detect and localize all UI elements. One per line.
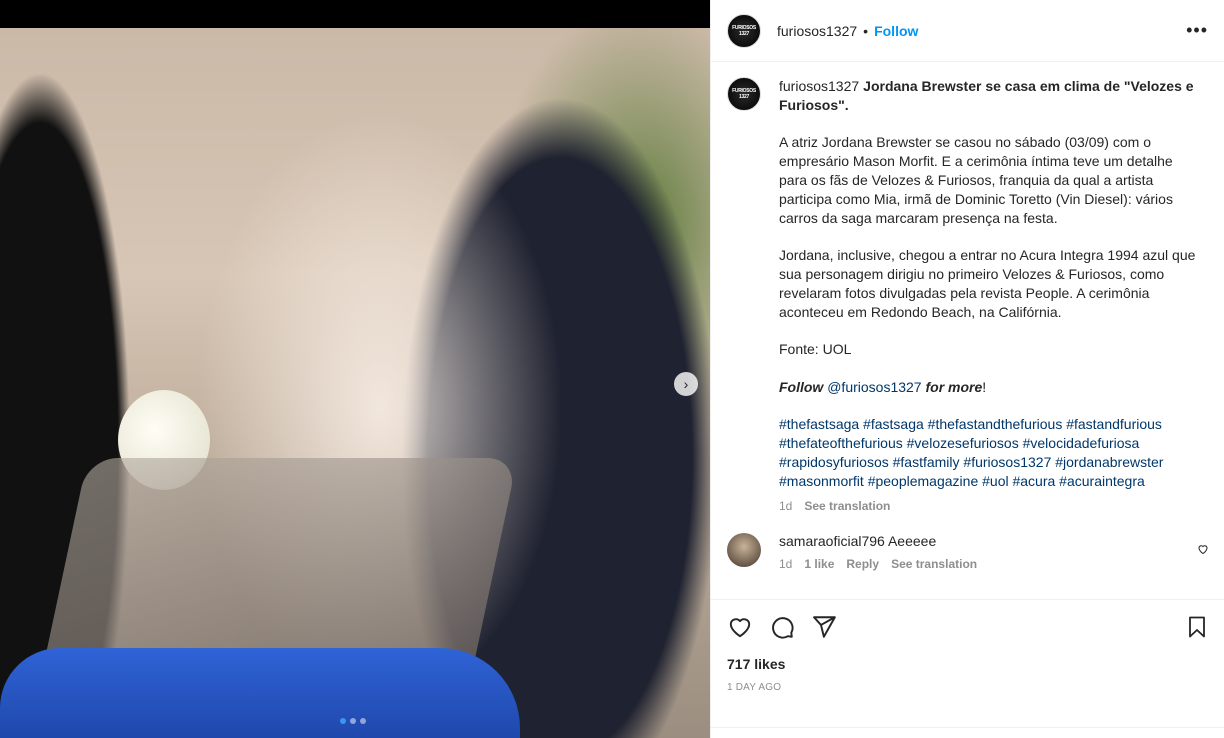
- comment-like-heart-icon[interactable]: [1197, 543, 1209, 558]
- comment-body: samaraoficial796 Aeeeee 1d 1 like Reply …: [779, 533, 977, 571]
- follow-suffix: for more: [925, 378, 983, 395]
- carousel-dots: [340, 718, 366, 724]
- see-translation-link[interactable]: See translation: [804, 497, 890, 516]
- bookmark-save-icon[interactable]: [1185, 615, 1209, 639]
- caption-source: Fonte: UOL: [779, 341, 852, 358]
- separator-dot: •: [863, 22, 869, 39]
- follow-button[interactable]: Follow: [874, 23, 918, 39]
- comment-meta: 1d 1 like Reply See translation: [779, 557, 977, 571]
- chevron-right-icon: ›: [683, 376, 689, 392]
- avatar-logo-text: FURIOSOS 1327: [732, 24, 756, 37]
- caption-meta: 1d See translation: [779, 497, 1199, 516]
- follow-prefix: Follow: [779, 378, 824, 395]
- carousel-next-button[interactable]: ›: [674, 372, 698, 396]
- carousel-dot: [340, 718, 346, 724]
- comment-bubble-icon[interactable]: [769, 614, 795, 640]
- caption-follow-line: Follow @furiosos1327 for more!: [779, 378, 1199, 397]
- post-media[interactable]: ›: [0, 0, 710, 738]
- follow-handle-link[interactable]: @furiosos1327: [827, 379, 921, 395]
- caption-paragraph-1: A atriz Jordana Brewster se casou no sáb…: [779, 134, 1173, 226]
- post-header: FURIOSOS 1327 furiosos1327 • Follow •••: [711, 0, 1224, 62]
- caption-body: furiosos1327 Jordana Brewster se casa em …: [779, 77, 1199, 515]
- comment-avatar[interactable]: [727, 533, 761, 568]
- comment-text: Aeeeee: [887, 533, 937, 550]
- avatar-logo-text: FURIOSOS 1327: [732, 88, 756, 100]
- comment-see-translation-link[interactable]: See translation: [891, 557, 977, 571]
- comment-item: samaraoficial796 Aeeeee 1d 1 like Reply …: [727, 533, 1209, 571]
- caption: FURIOSOS 1327 furiosos1327 Jordana Brewst…: [727, 77, 1209, 515]
- caption-avatar[interactable]: FURIOSOS 1327: [727, 77, 761, 111]
- comment-username[interactable]: samaraoficial796: [779, 533, 885, 549]
- post-photo: [0, 28, 710, 738]
- caption-hashtags[interactable]: #thefastsaga #fastsaga #thefastandthefur…: [779, 415, 1199, 490]
- comment-likes-link[interactable]: 1 like: [804, 557, 834, 571]
- post-sidebar: FURIOSOS 1327 furiosos1327 • Follow ••• …: [710, 0, 1224, 738]
- reply-button[interactable]: Reply: [846, 557, 879, 571]
- carousel-dot: [360, 718, 366, 724]
- action-icons: [727, 614, 1209, 640]
- caption-username[interactable]: furiosos1327: [779, 78, 859, 94]
- post-actions: 717 likes 1 DAY AGO: [711, 599, 1224, 693]
- comments-section[interactable]: FURIOSOS 1327 furiosos1327 Jordana Brewst…: [711, 63, 1224, 598]
- caption-paragraph-2: Jordana, inclusive, chegou a entrar no A…: [779, 247, 1196, 320]
- share-paper-plane-icon[interactable]: [811, 614, 837, 640]
- follow-end: !: [982, 378, 987, 395]
- caption-age: 1d: [779, 498, 793, 513]
- like-heart-icon[interactable]: [727, 614, 753, 640]
- more-options-icon[interactable]: •••: [1186, 20, 1208, 41]
- carousel-dot: [350, 718, 356, 724]
- car-body-illustration: [0, 648, 520, 738]
- add-comment-bar[interactable]: [711, 727, 1224, 738]
- comment-age: 1d: [779, 557, 793, 572]
- avatar[interactable]: FURIOSOS 1327: [727, 13, 761, 48]
- likes-count[interactable]: 717 likes: [727, 656, 1209, 672]
- post-username[interactable]: furiosos1327: [777, 23, 857, 39]
- post-timestamp: 1 DAY AGO: [727, 682, 782, 693]
